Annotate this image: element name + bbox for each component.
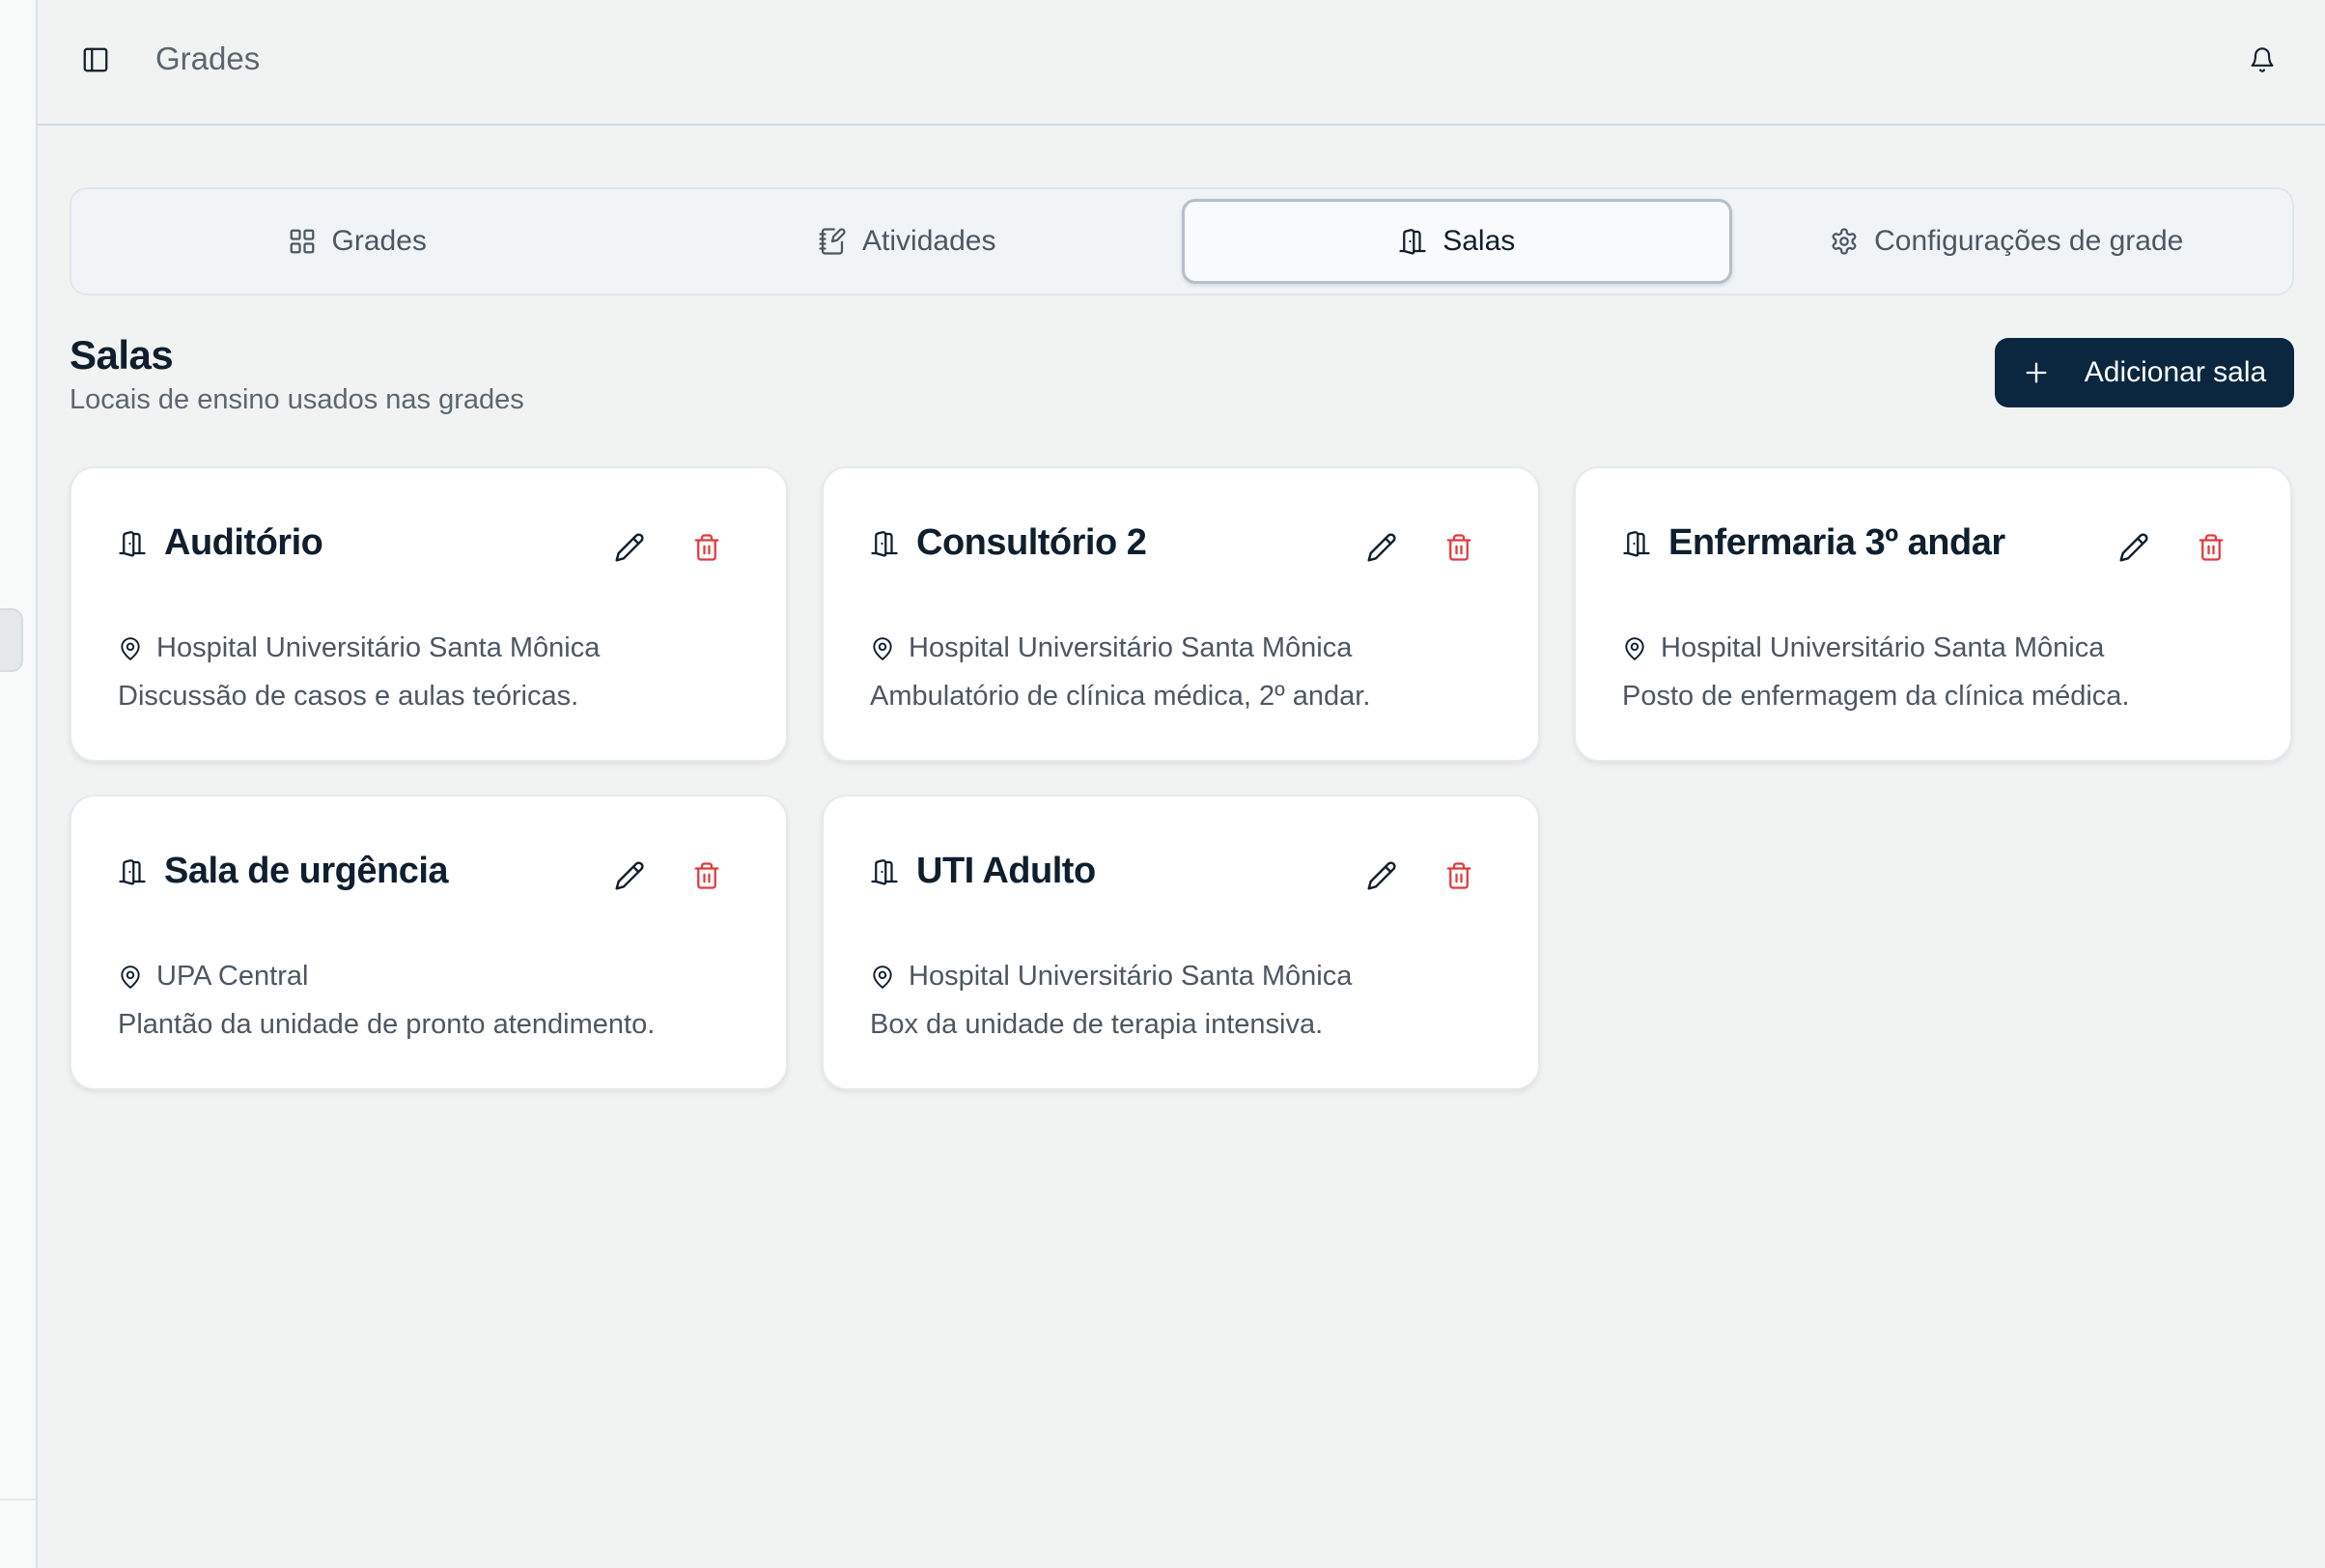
room-description: Ambulatório de clínica médica, 2º andar.: [870, 681, 1371, 712]
sidebar-collapsed: [0, 0, 38, 1568]
pencil-icon: [2119, 533, 2148, 562]
grid-icon: [290, 229, 314, 254]
tab-label: Atividades: [862, 225, 996, 257]
delete-room-button[interactable]: [2192, 528, 2230, 567]
room-card-header: Enfermaria 3º andar: [1622, 522, 2005, 564]
trash-icon: [694, 534, 719, 561]
map-pin-icon: [873, 636, 892, 660]
tab-label: Grades: [331, 225, 427, 257]
trash-icon: [2199, 534, 2224, 561]
door-icon: [1399, 229, 1426, 255]
notifications-button[interactable]: [2246, 43, 2279, 76]
room-card: Consultório 2 Hospital Universitário San…: [822, 466, 1540, 762]
room-card: Enfermaria 3º andar Hospital Universitár…: [1574, 466, 2292, 762]
plus-icon: [2026, 362, 2047, 383]
room-card-header: UTI Adulto: [870, 851, 1096, 892]
room-location: Hospital Universitário Santa Mônica: [118, 632, 600, 664]
section-subtitle: Locais de ensino usados nas grades: [70, 384, 524, 415]
bell-icon: [2251, 47, 2274, 72]
delete-room-button[interactable]: [1440, 528, 1478, 567]
room-description: Posto de enfermagem da clínica médica.: [1622, 681, 2130, 712]
tab-label: Salas: [1443, 225, 1516, 257]
trash-icon: [694, 862, 719, 889]
room-card-header: Auditório: [118, 522, 323, 564]
tab-configuracoes[interactable]: Configurações de grade: [1732, 199, 2283, 284]
trash-icon: [1446, 534, 1471, 561]
edit-room-button[interactable]: [1362, 528, 1401, 567]
room-name: Sala de urgência: [164, 851, 449, 891]
trash-icon: [1446, 862, 1471, 889]
room-location-text: Hospital Universitário Santa Mônica: [909, 632, 1353, 663]
edit-room-button[interactable]: [610, 528, 649, 567]
map-pin-icon: [873, 965, 892, 989]
tab-atividades[interactable]: Atividades: [632, 199, 1183, 284]
room-location-text: Hospital Universitário Santa Mônica: [156, 632, 601, 663]
sidebar-toggle-button[interactable]: [80, 44, 111, 75]
room-location: UPA Central: [118, 961, 308, 993]
room-card: UTI Adulto Hospital Universitário Santa …: [822, 795, 1540, 1090]
top-bar: Grades: [38, 0, 2325, 126]
map-pin-icon: [121, 965, 140, 989]
door-icon: [119, 858, 146, 885]
sidebar-resize-handle[interactable]: [0, 608, 23, 672]
gear-icon: [1832, 228, 1857, 255]
map-pin-icon: [121, 636, 140, 660]
room-description: Box da unidade de terapia intensiva.: [870, 1009, 1324, 1040]
tab-bar: Grades Atividades Salas Configurações de…: [70, 187, 2294, 295]
room-card-header: Consultório 2: [870, 522, 1147, 564]
door-icon: [871, 858, 898, 885]
pencil-icon: [615, 861, 644, 890]
door-icon: [871, 530, 898, 557]
delete-room-button[interactable]: [687, 528, 726, 567]
delete-room-button[interactable]: [687, 856, 726, 895]
map-pin-icon: [1625, 636, 1644, 660]
door-icon: [1623, 530, 1650, 557]
page-title: Grades: [155, 41, 261, 76]
room-card-header: Sala de urgência: [118, 851, 449, 892]
room-location: Hospital Universitário Santa Mônica: [870, 961, 1352, 993]
add-room-label: Adicionar sala: [2084, 356, 2267, 388]
pencil-icon: [615, 533, 644, 562]
room-location-text: Hospital Universitário Santa Mônica: [909, 961, 1353, 992]
panel-left-icon: [83, 47, 108, 72]
door-icon: [119, 530, 146, 557]
add-room-button[interactable]: Adicionar sala: [1995, 338, 2294, 407]
app: Grades Grades Atividades Salas Configura…: [0, 0, 2325, 1568]
section-title: Salas: [70, 332, 174, 378]
edit-room-button[interactable]: [1362, 856, 1401, 895]
room-name: Enfermaria 3º andar: [1668, 522, 2005, 563]
room-location-text: Hospital Universitário Santa Mônica: [1661, 632, 2105, 663]
room-card-grid: Auditório Hospital Universitário Santa M…: [70, 466, 2294, 1090]
tab-grades[interactable]: Grades: [82, 199, 632, 284]
tab-salas[interactable]: Salas: [1182, 199, 1732, 284]
room-card: Auditório Hospital Universitário Santa M…: [70, 466, 788, 762]
pencil-icon: [1367, 533, 1396, 562]
delete-room-button[interactable]: [1440, 856, 1478, 895]
room-name: Auditório: [164, 522, 323, 563]
room-name: UTI Adulto: [916, 851, 1096, 891]
tab-label: Configurações de grade: [1874, 225, 2184, 257]
room-description: Plantão da unidade de pronto atendimento…: [118, 1009, 656, 1040]
room-card: Sala de urgência UPA Central Plantão da …: [70, 795, 788, 1090]
notebook-pen-icon: [819, 228, 846, 255]
room-location-text: UPA Central: [156, 961, 309, 992]
room-location: Hospital Universitário Santa Mônica: [870, 632, 1352, 664]
room-description: Discussão de casos e aulas teóricas.: [118, 681, 579, 712]
edit-room-button[interactable]: [610, 856, 649, 895]
sidebar-divider: [0, 1498, 37, 1500]
pencil-icon: [1367, 861, 1396, 890]
room-location: Hospital Universitário Santa Mônica: [1622, 632, 2104, 664]
room-name: Consultório 2: [916, 522, 1147, 563]
edit-room-button[interactable]: [2115, 528, 2153, 567]
